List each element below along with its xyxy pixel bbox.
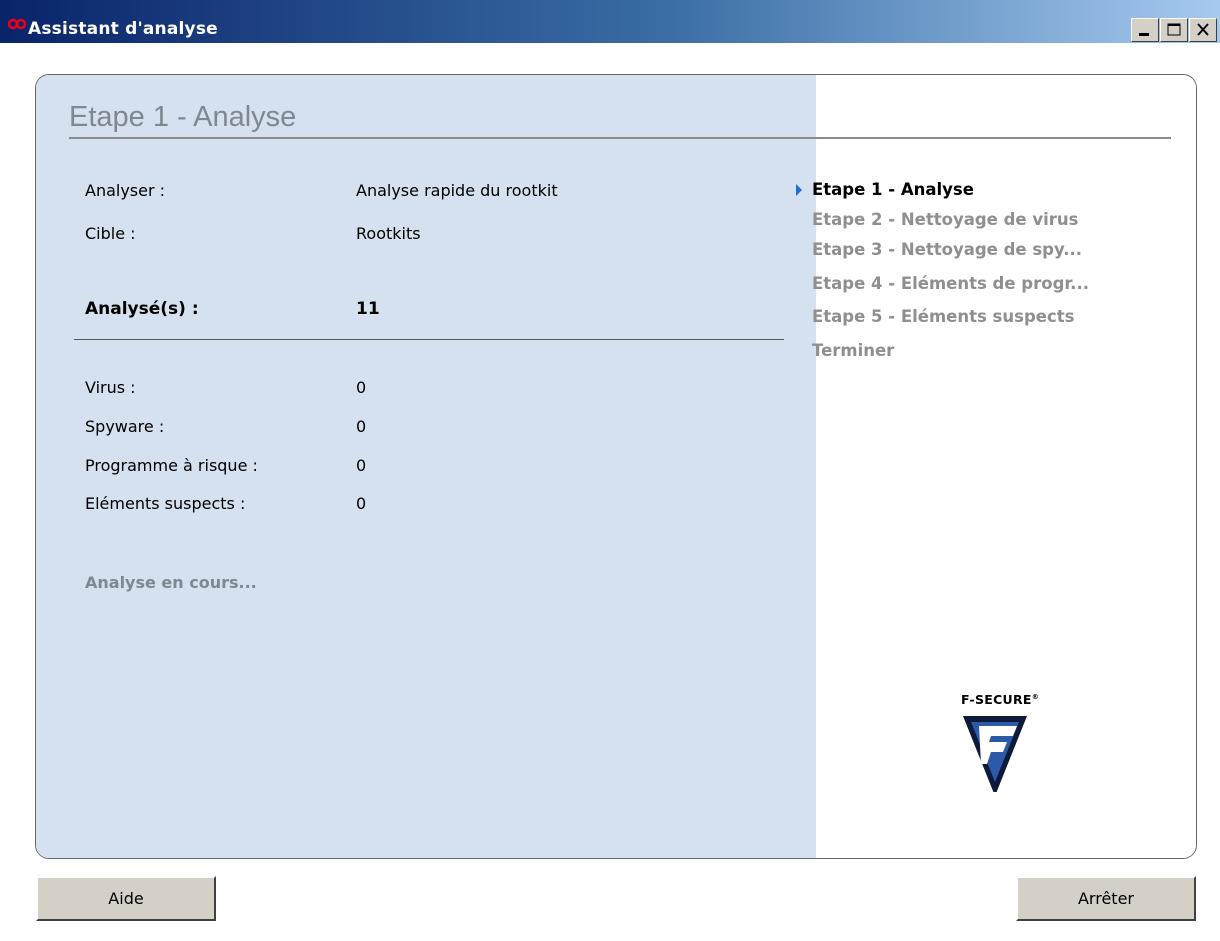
minimize-icon (1139, 33, 1149, 36)
step-finish: Terminer (812, 341, 894, 360)
target-label: Cible : (85, 224, 136, 243)
spyware-label: Spyware : (85, 417, 165, 436)
current-step-arrow-icon (796, 184, 802, 196)
step-2-label: Etape 2 - Nettoyage de virus (812, 210, 1079, 229)
window-titlebar[interactable]: Assistant d'analyse (0, 0, 1220, 43)
spyware-count: 0 (356, 417, 367, 436)
step-3-label: Etape 3 - Nettoyage de spy... (812, 240, 1083, 259)
target-scan-value: Analyse rapide du rootkit (356, 181, 558, 200)
step-3: Etape 3 - Nettoyage de spy... (812, 240, 1082, 259)
target-scan-label: Analyser : (85, 181, 166, 200)
close-icon (1197, 23, 1209, 36)
step-4-label: Etape 4 - Eléments de progr... (812, 274, 1089, 293)
window-title: Assistant d'analyse (28, 19, 218, 39)
stop-button[interactable]: Arrêter (1016, 876, 1196, 921)
scanned-count: 11 (356, 299, 380, 319)
f-secure-logo: F-SECURE® (961, 692, 1041, 802)
step-1: Etape 1 - Analyse (796, 180, 974, 199)
step-5-label: Etape 5 - Eléments suspects (812, 307, 1075, 326)
logo-text: F-SECURE® (961, 692, 1040, 707)
step-5: Etape 5 - Eléments suspects (812, 307, 1074, 326)
close-button[interactable] (1189, 18, 1217, 42)
virus-count: 0 (356, 378, 367, 397)
scan-status: Analyse en cours... (85, 573, 257, 592)
f-secure-infinity-icon (8, 18, 26, 30)
title-divider (69, 137, 1171, 139)
riskware-count: 0 (356, 456, 367, 475)
scanned-label: Analysé(s) : (85, 299, 199, 319)
step-2: Etape 2 - Nettoyage de virus (812, 210, 1078, 229)
step-4: Etape 4 - Eléments de progr... (812, 274, 1089, 293)
page-title: Etape 1 - Analyse (69, 101, 297, 133)
riskware-label: Programme à risque : (85, 456, 258, 475)
step-1-label: Etape 1 - Analyse (812, 180, 974, 199)
step-finish-label: Terminer (812, 341, 895, 360)
virus-label: Virus : (85, 378, 136, 397)
f-secure-triangle-icon (963, 716, 1027, 792)
help-button[interactable]: Aide (36, 876, 216, 921)
maximize-icon (1167, 23, 1181, 36)
results-divider (74, 339, 784, 340)
suspicious-label: Eléments suspects : (85, 494, 246, 513)
target-value: Rootkits (356, 224, 421, 243)
suspicious-count: 0 (356, 494, 367, 513)
minimize-button[interactable] (1131, 18, 1159, 42)
maximize-button[interactable] (1160, 18, 1188, 42)
